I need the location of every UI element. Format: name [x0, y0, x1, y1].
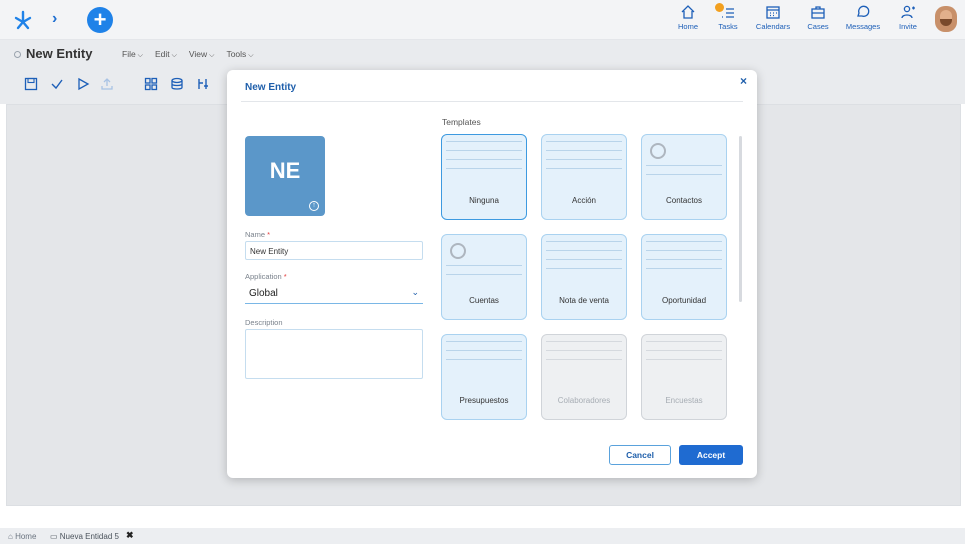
template-preview [646, 241, 722, 285]
required-mark: * [267, 230, 271, 239]
template-encuestas[interactable]: Encuestas [641, 334, 727, 420]
template-accion[interactable]: Acción [541, 134, 627, 220]
top-bar: › + Home Tasks Calendars Cases Messages … [0, 0, 965, 40]
nav-calendars[interactable]: Calendars [751, 4, 795, 31]
database-icon[interactable] [170, 77, 184, 91]
footer-tabs: ⌂ Home ▭ Nueva Entidad 5 ✖ [0, 528, 965, 544]
footer-home-tab[interactable]: ⌂ Home [8, 532, 36, 541]
close-icon[interactable]: × [740, 74, 747, 88]
nav-cases[interactable]: Cases [801, 4, 835, 31]
new-entity-dialog: New Entity × NE ↑ Name * New Entity Appl… [227, 70, 757, 478]
nav-calendars-label: Calendars [755, 22, 791, 31]
save-icon[interactable] [24, 77, 38, 91]
top-nav: Home Tasks Calendars Cases Messages Invi… [665, 3, 925, 31]
footer-home-label: Home [15, 532, 37, 541]
template-preview [646, 341, 722, 385]
template-preview [446, 141, 522, 185]
status-circle-icon [14, 51, 21, 58]
footer-tab-label: Nueva Entidad 5 [59, 532, 119, 541]
template-name: Nota de venta [559, 296, 609, 305]
templates-heading: Templates [442, 117, 481, 127]
menu-file[interactable]: File [122, 49, 143, 60]
messages-icon [857, 5, 870, 17]
check-icon[interactable] [50, 77, 64, 91]
tasks-badge [715, 3, 724, 12]
nav-messages-label: Messages [845, 22, 881, 31]
template-nota-de-venta[interactable]: Nota de venta [541, 234, 627, 320]
template-name: Cuentas [469, 296, 499, 305]
entity-title-bar: New Entity File Edit View Tools [0, 40, 965, 66]
cases-icon [811, 6, 825, 19]
application-label: Application * [245, 272, 287, 281]
application-label-text: Application [245, 272, 282, 281]
calendar-icon [766, 6, 780, 19]
template-name: Presupuestos [459, 396, 509, 405]
export-icon[interactable] [100, 77, 114, 91]
template-logo-icon [450, 243, 466, 259]
nav-invite[interactable]: Invite [891, 4, 925, 31]
template-colaboradores[interactable]: Colaboradores [541, 334, 627, 420]
cancel-button[interactable]: Cancel [609, 445, 671, 465]
template-preview [446, 341, 522, 385]
rules-icon[interactable] [196, 77, 210, 91]
grid-icon[interactable] [144, 77, 158, 91]
template-preview [546, 141, 622, 185]
nav-tasks[interactable]: Tasks [711, 3, 745, 31]
template-name: Encuestas [665, 396, 703, 405]
templates-scrollbar[interactable] [739, 136, 742, 302]
footer-entity-tab[interactable]: ▭ Nueva Entidad 5 [50, 532, 119, 541]
nav-home[interactable]: Home [671, 4, 705, 31]
application-value: Global [249, 288, 278, 299]
user-avatar[interactable] [935, 6, 957, 32]
template-presupuestos[interactable]: Presupuestos [441, 334, 527, 420]
expand-chevron-icon[interactable]: › [52, 10, 57, 28]
template-name: Contactos [665, 196, 703, 205]
templates-grid: Ninguna Acción Contactos Cuentas Nota de… [441, 134, 731, 420]
template-avatar-icon [650, 143, 666, 159]
template-oportunidad[interactable]: Oportunidad [641, 234, 727, 320]
name-label-text: Name [245, 230, 266, 239]
menu-tools[interactable]: Tools [226, 49, 253, 60]
accept-button[interactable]: Accept [679, 445, 743, 465]
template-cuentas[interactable]: Cuentas [441, 234, 527, 320]
dialog-divider [241, 101, 743, 102]
nav-tasks-label: Tasks [718, 22, 738, 31]
home-icon [681, 5, 695, 19]
invite-icon [901, 5, 915, 19]
template-preview [546, 341, 622, 385]
template-preview [546, 241, 622, 285]
menu-view[interactable]: View [189, 49, 215, 60]
template-name: Oportunidad [661, 296, 707, 305]
name-label: Name * [245, 230, 270, 239]
entity-initials: NE [269, 158, 301, 183]
description-label: Description [245, 318, 283, 327]
template-contactos[interactable]: Contactos [641, 134, 727, 220]
description-field[interactable] [245, 329, 423, 379]
chevron-down-icon: ⌄ [411, 287, 419, 297]
app-logo-icon[interactable] [12, 9, 34, 31]
play-icon[interactable] [76, 77, 90, 91]
nav-invite-label: Invite [899, 22, 917, 31]
menu-edit[interactable]: Edit [155, 49, 177, 60]
template-name: Ninguna [469, 196, 499, 205]
nav-messages[interactable]: Messages [841, 4, 885, 31]
template-name: Colaboradores [557, 396, 611, 405]
name-field[interactable]: New Entity [245, 241, 423, 260]
dialog-title: New Entity [245, 82, 297, 93]
new-item-button[interactable]: + [87, 7, 113, 33]
menu-bar: File Edit View Tools [122, 49, 254, 60]
application-select[interactable]: Global ⌄ [245, 284, 423, 304]
entity-avatar-tile[interactable]: NE ↑ [245, 136, 325, 216]
avatar-beard [940, 19, 952, 26]
template-ninguna[interactable]: Ninguna [441, 134, 527, 220]
nav-cases-label: Cases [807, 22, 829, 31]
required-mark: * [283, 272, 287, 281]
bottom-strip [0, 506, 965, 528]
upload-icon[interactable]: ↑ [309, 201, 319, 211]
template-name: Acción [571, 196, 596, 205]
footer-tab-close-icon[interactable]: ✖ [126, 530, 134, 541]
page-title: New Entity [26, 46, 93, 61]
nav-home-label: Home [677, 22, 698, 31]
